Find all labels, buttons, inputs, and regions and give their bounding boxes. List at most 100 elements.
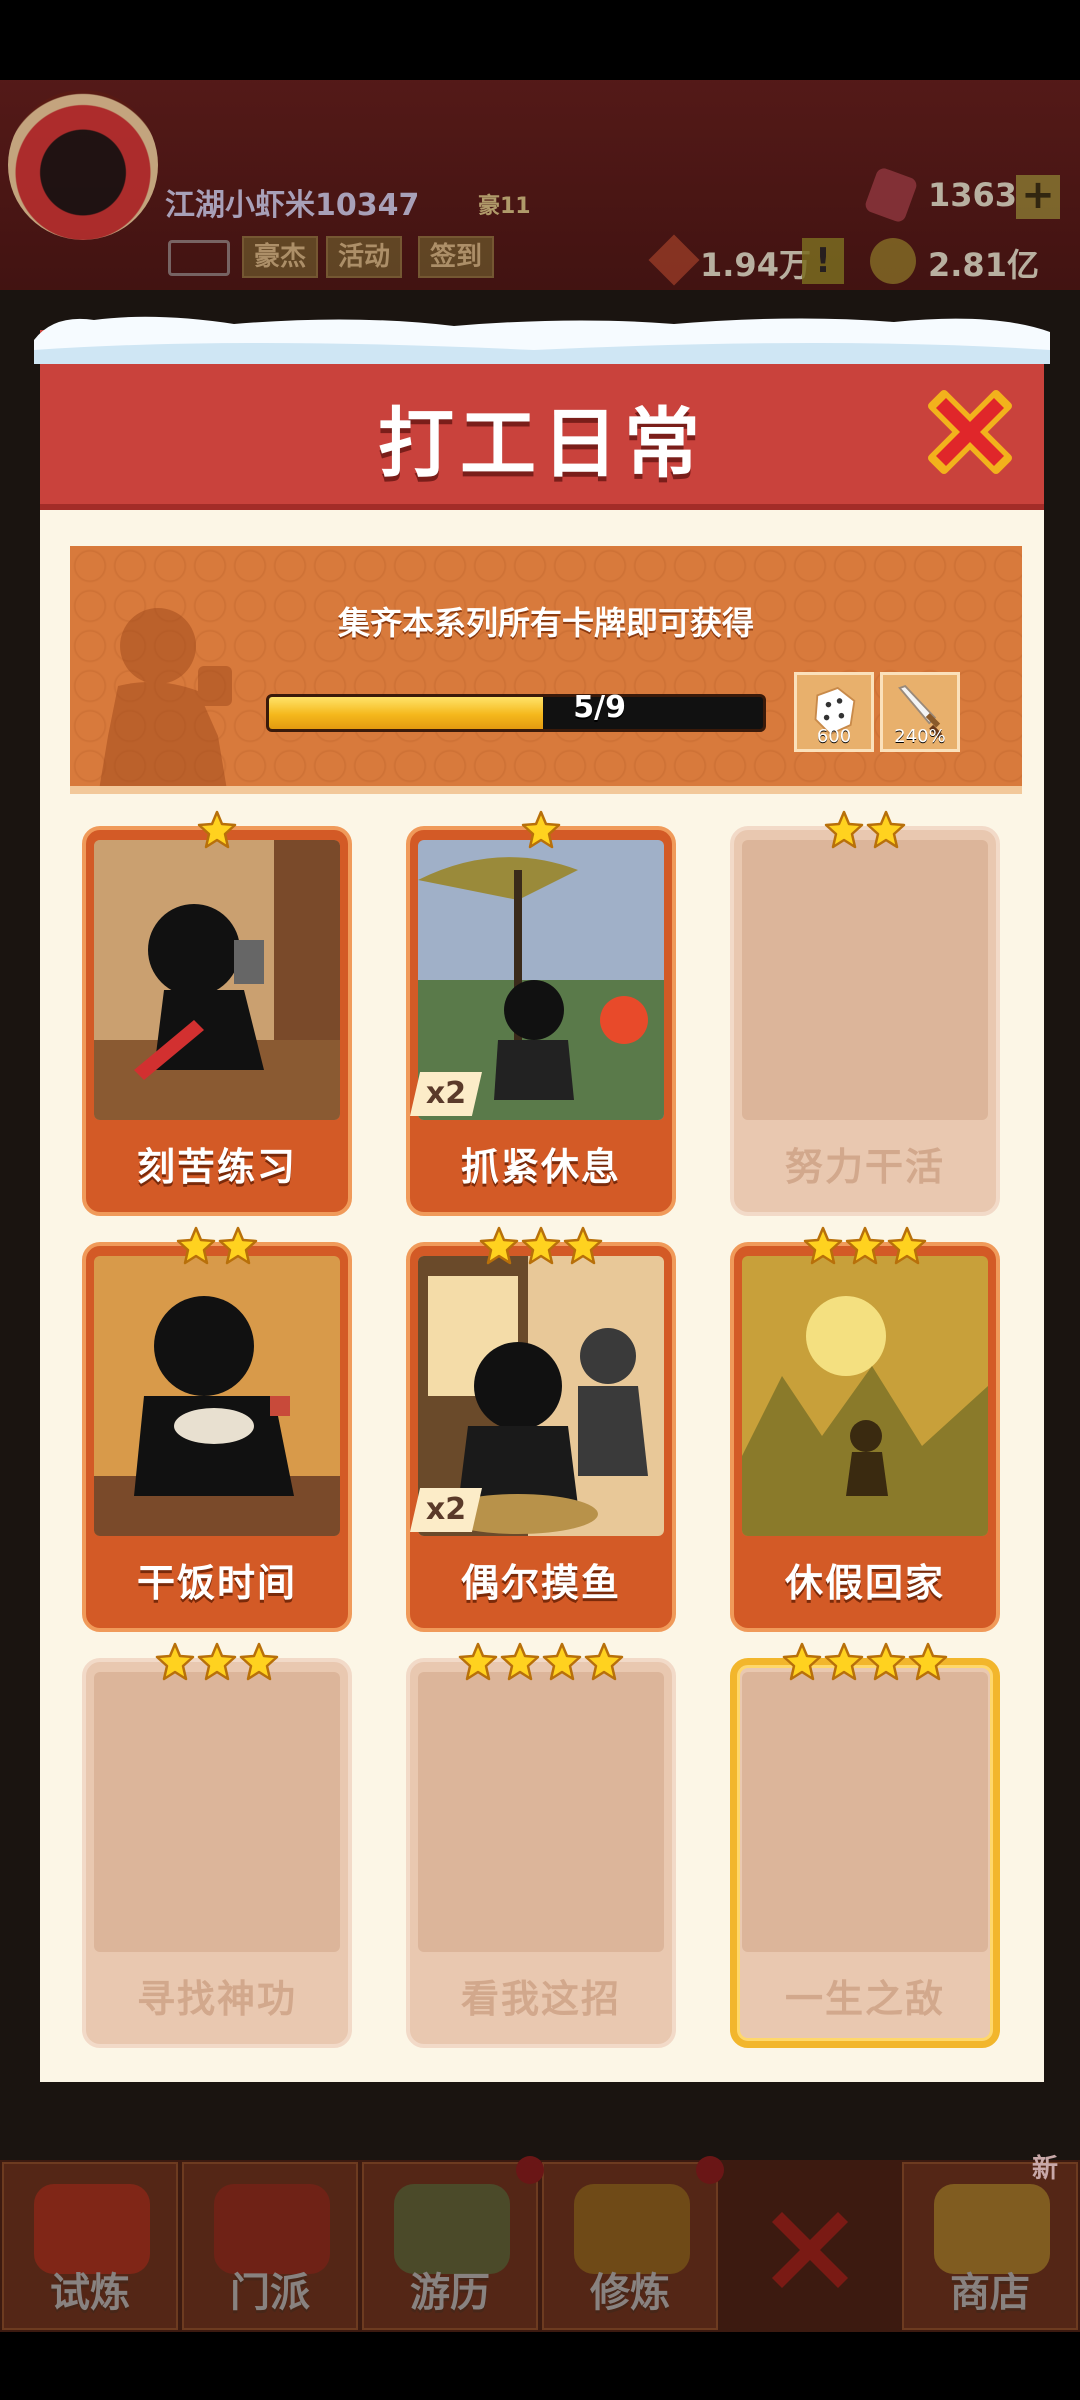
star-rating [406,1642,676,1686]
modal-header: 打工日常 [34,316,1050,510]
card-seek-skill[interactable]: 寻找神功 [82,1642,352,2048]
player-avatar[interactable] [8,90,158,240]
player-rank: 豪11 [478,194,531,219]
alert-button[interactable]: ! [802,238,844,284]
banner-text: 集齐本系列所有卡牌即可获得 [337,604,754,642]
card-art-placeholder [742,840,988,1120]
nav-trial[interactable]: 试炼 [2,2162,178,2330]
notification-badge [516,2156,544,2184]
card-name: 一生之敌 [784,1977,945,2021]
card-art-placeholder [418,1672,664,1952]
card-name: 刻苦练习 [136,1145,297,1189]
close-icon[interactable] [922,384,1018,480]
activity-tab[interactable]: 活动 [326,236,403,278]
card-work-hard[interactable]: 努力干活 [730,810,1000,1216]
heroes-tab[interactable]: 豪杰 [242,236,319,278]
duplicate-count-badge: x2 [410,1072,482,1116]
card-art [742,1256,988,1536]
nav-cultivate[interactable]: 修炼 [542,2162,718,2330]
card-art-placeholder [742,1672,988,1952]
star-rating [82,1642,352,1686]
card-art [94,1256,340,1536]
snow-decoration [34,316,1050,364]
modal-title: 打工日常 [378,399,706,488]
reward-sword[interactable]: 240% [880,672,960,752]
player-name: 江湖小虾米10347 [165,188,420,223]
star-icon [824,810,864,854]
stickman-chopping-icon [94,840,340,1120]
star-icon [500,1642,540,1686]
nav-label: 商店 [950,2270,1030,2316]
notification-badge [696,2156,724,2184]
star-icon [887,1226,927,1270]
duplicate-count-badge: x2 [410,1488,482,1532]
coin-icon [870,238,916,284]
card-name: 偶尔摸鱼 [460,1561,621,1605]
star-icon [563,1226,603,1270]
card-name: 寻找神功 [136,1977,297,2021]
nav-shop[interactable]: 商店 [902,2162,1078,2330]
gem-count: 1363 [928,176,1018,214]
star-icon [479,1226,519,1270]
card-hard-practice[interactable]: 刻苦练习 [82,810,352,1216]
add-gems-button[interactable]: + [1016,175,1060,219]
new-tag: 新 [1032,2154,1059,2184]
progress-text: 5/9 [573,690,626,725]
card-name: 干饭时间 [136,1561,297,1605]
star-icon [584,1642,624,1686]
coin-value: 2.81亿 [928,246,1039,284]
star-icon [521,810,561,854]
card-art-placeholder [94,1672,340,1952]
reward-dice[interactable]: 600 [794,672,874,752]
nav-label: 游历 [410,2270,490,2316]
card-meal-time[interactable]: 干饭时间 [82,1226,352,1632]
star-icon [197,810,237,854]
top-header [0,80,1080,290]
nav-travel[interactable]: 游历 [362,2162,538,2330]
card-watch-move[interactable]: 看我这招 [406,1642,676,2048]
stickman-traveling-icon [742,1256,988,1536]
stickman-eating-icon [94,1256,340,1536]
star-icon [176,1226,216,1270]
star-icon [458,1642,498,1686]
star-rating [730,1642,1000,1686]
star-icon [239,1642,279,1686]
nav-sect[interactable]: 门派 [182,2162,358,2330]
mail-icon[interactable] [168,240,230,276]
checkin-tab[interactable]: 签到 [418,236,495,278]
star-icon [824,1642,864,1686]
status-bar [0,0,1080,80]
reward-value: 600 [816,726,852,747]
game-screen: { "header": { "player_name": "江湖小虾米10347… [0,0,1080,2400]
card-lifelong-rival[interactable]: 一生之敌 [730,1642,1000,2048]
star-icon [866,1642,906,1686]
star-icon [218,1226,258,1270]
star-icon [155,1642,195,1686]
card-collection-modal: 打工日常 集齐本系列所有卡牌即可获得 5/9 600 240% 刻苦练习 x2 … [34,316,1050,2082]
star-icon [803,1226,843,1270]
nav-close-icon[interactable] [760,2200,860,2300]
card-art [94,840,340,1120]
card-take-rest[interactable]: x2 抓紧休息 [406,810,676,1216]
star-rating [406,1226,676,1270]
star-icon [908,1642,948,1686]
nav-label: 门派 [230,2270,310,2316]
reward-value: 240% [894,726,946,747]
star-icon [845,1226,885,1270]
star-rating [730,810,1000,854]
nav-label: 修炼 [590,2270,670,2316]
power-value: 1.94万 [700,246,811,284]
card-name: 休假回家 [784,1561,945,1605]
card-slack-off[interactable]: x2 偶尔摸鱼 [406,1226,676,1632]
bottom-strip [0,2332,1080,2400]
card-vacation-home[interactable]: 休假回家 [730,1226,1000,1632]
star-rating [730,1226,1000,1270]
card-name: 抓紧休息 [460,1145,621,1189]
star-icon [866,810,906,854]
star-icon [782,1642,822,1686]
star-rating [406,810,676,854]
nav-label: 试炼 [50,2270,130,2316]
card-name: 努力干活 [784,1145,945,1189]
set-reward-banner: 集齐本系列所有卡牌即可获得 5/9 600 240% [70,546,1022,794]
card-name: 看我这招 [460,1977,621,2021]
